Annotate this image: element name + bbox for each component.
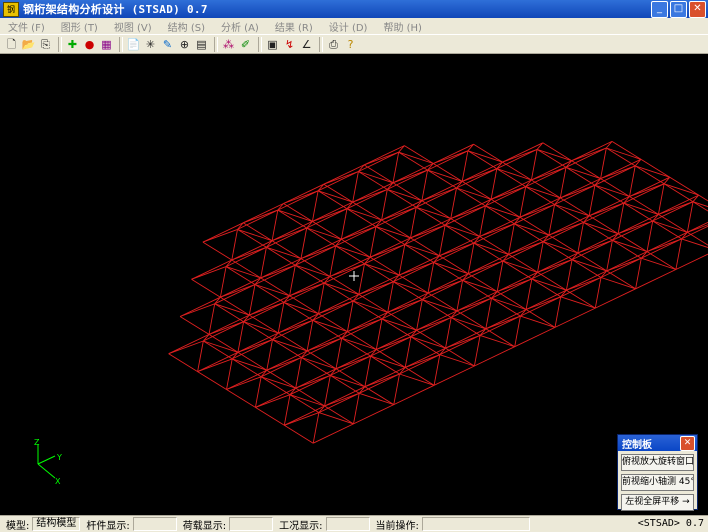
calculator-icon[interactable]: ▣ xyxy=(265,37,280,52)
control-panel-title: 控制板 xyxy=(622,439,652,451)
add-node-icon[interactable]: ✚ xyxy=(65,37,80,52)
print-icon[interactable]: ⎙ xyxy=(326,37,341,52)
status-member-value xyxy=(132,517,177,531)
document-icon[interactable]: 📄 xyxy=(126,37,141,52)
toolbar: 🗋 📂 ⎘ ✚ ● ▦ 📄 ✳ ✎ ⊕ ▤ ⁂ ✐ ▣ ↯ ∠ ⎙? xyxy=(0,34,708,54)
view-top-button[interactable]: 俯视放大旋转窗口 xyxy=(621,454,694,471)
load-icon[interactable]: ↯ xyxy=(282,37,297,52)
new-file-icon[interactable]: 🗋 xyxy=(4,37,19,52)
window-title: 钢桁架结构分析设计 (STSAD) 0.7 xyxy=(23,3,208,16)
model-viewport[interactable]: Z Y X xyxy=(0,55,708,515)
graph-icon[interactable]: ∠ xyxy=(299,37,314,52)
status-op-label: 当前操作: xyxy=(375,520,419,532)
open-folder-icon[interactable]: 📂 xyxy=(21,37,36,52)
axis-y-label: Y xyxy=(56,453,62,462)
status-model-label: 模型: xyxy=(6,520,30,532)
axis-triad-icon: Z Y X xyxy=(34,438,62,486)
close-icon[interactable]: ✕ xyxy=(689,1,706,18)
truss-model: Z Y X xyxy=(34,140,708,486)
app-logo-icon[interactable]: 钢 xyxy=(3,1,19,17)
maximize-icon[interactable]: □ xyxy=(670,1,687,18)
status-member-label: 杆件显示: xyxy=(86,520,130,532)
status-load-label: 荷载显示: xyxy=(182,520,227,532)
axis-x-label: X xyxy=(55,477,61,486)
help-icon[interactable]: ? xyxy=(343,37,358,52)
menu-item-7[interactable]: 帮助 (H) xyxy=(375,19,430,34)
menu-item-6[interactable]: 设计 (D) xyxy=(321,19,376,34)
status-op-value xyxy=(421,517,530,531)
pen-icon[interactable]: ✎ xyxy=(160,37,175,52)
nodes-icon[interactable]: ⁂ xyxy=(221,37,236,52)
members-icon[interactable]: ● xyxy=(82,37,97,52)
copy-icon[interactable]: ⎘ xyxy=(38,37,53,52)
grid-icon[interactable]: ▦ xyxy=(99,37,114,52)
close-icon[interactable]: ✕ xyxy=(680,436,695,451)
center-crosshair-icon xyxy=(349,271,359,281)
status-case-label: 工况显示: xyxy=(279,520,323,532)
axis-icon[interactable]: ✳ xyxy=(143,37,158,52)
status-case-value xyxy=(325,517,370,531)
app-version: <STSAD> 0.7 xyxy=(637,518,704,529)
status-bar: 模型: 结构模型 杆件显示: 荷载显示: 工况显示: 当前操作: <STSAD>… xyxy=(0,515,708,532)
axis-z-label: Z xyxy=(34,438,40,447)
status-load-value xyxy=(229,517,274,531)
menu-bar: 文件 (F) 图形 (T) 视图 (V) 结构 (S) 分析 (A) 结果 (R) 设计 (… xyxy=(0,18,708,34)
view-front-button[interactable]: 前视缩小轴测 45° xyxy=(621,474,694,491)
globe-icon[interactable]: ⊕ xyxy=(177,37,192,52)
layers-icon[interactable]: ▤ xyxy=(194,37,209,52)
menu-item-0[interactable]: 文件 (F) xyxy=(0,19,53,34)
view-left-button[interactable]: 左视全屏平移 → xyxy=(621,494,694,511)
menu-item-4[interactable]: 分析 (A) xyxy=(213,19,267,34)
status-model-value: 结构模型 xyxy=(32,517,81,531)
control-panel-header: 控制板 ✕ xyxy=(618,435,697,451)
minimize-icon[interactable]: _ xyxy=(651,1,668,18)
menu-item-2[interactable]: 视图 (V) xyxy=(106,19,160,34)
menu-item-3[interactable]: 结构 (S) xyxy=(160,19,213,34)
title-bar: 钢 钢桁架结构分析设计 (STSAD) 0.7 _ □ ✕ xyxy=(0,0,708,18)
menu-item-1[interactable]: 图形 (T) xyxy=(53,19,106,34)
menu-item-5[interactable]: 结果 (R) xyxy=(267,19,321,34)
control-panel: 控制板 ✕ 俯视放大旋转窗口 前视缩小轴测 45° 左视全屏平移 → xyxy=(617,434,698,511)
edit-icon[interactable]: ✐ xyxy=(238,37,253,52)
